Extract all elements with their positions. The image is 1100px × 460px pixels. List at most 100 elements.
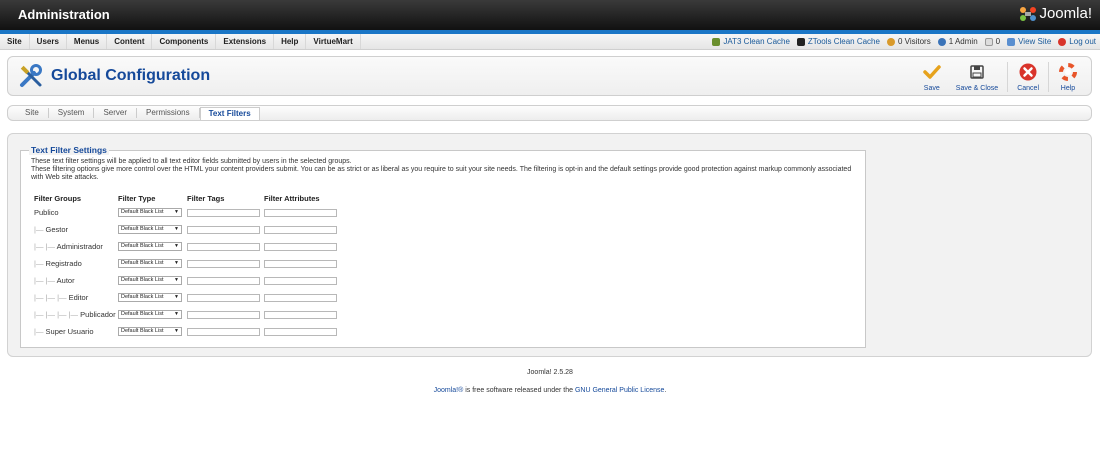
dropdown-arrow-icon: ▼	[174, 209, 179, 215]
group-name: |— Gestor	[34, 225, 118, 234]
filter-attributes-input[interactable]	[264, 208, 337, 217]
tab-site[interactable]: Site	[16, 108, 49, 118]
jat3-label: JAT3 Clean Cache	[723, 37, 790, 46]
dropdown-arrow-icon: ▼	[174, 243, 179, 249]
messages-status[interactable]: 0	[984, 37, 1000, 46]
group-name: |— |— Autor	[34, 276, 118, 285]
menu-content[interactable]: Content	[107, 34, 153, 49]
lifebuoy-icon	[1058, 62, 1078, 82]
tab-server[interactable]: Server	[94, 108, 138, 118]
filter-tags-input[interactable]	[187, 293, 260, 302]
filter-type-select[interactable]: Default Black List ▼	[118, 242, 182, 251]
filter-tags-input[interactable]	[187, 259, 260, 268]
gpl-link[interactable]: GNU General Public License	[575, 387, 665, 394]
cancel-button[interactable]: Cancel	[1010, 62, 1046, 92]
filter-tags-input[interactable]	[187, 327, 260, 336]
menu-virtuemart[interactable]: VirtueMart	[306, 34, 361, 49]
filter-attributes-input[interactable]	[264, 276, 337, 285]
group-name: Publico	[34, 208, 118, 217]
logout-link[interactable]: Log out	[1058, 37, 1096, 46]
tree-prefix: |— |— |— |—	[34, 310, 79, 319]
filter-type-select[interactable]: Default Black List ▼	[118, 276, 182, 285]
filter-type-select[interactable]: Default Black List ▼	[118, 208, 182, 217]
filter-attributes-input[interactable]	[264, 293, 337, 302]
view-site-label: View Site	[1018, 37, 1052, 46]
table-row: |— |— |— Editor Default Black List ▼	[34, 289, 338, 306]
group-label: Autor	[56, 276, 75, 285]
logout-label: Log out	[1069, 37, 1096, 46]
status-bar: JAT3 Clean Cache ZTools Clean Cache 0 Vi…	[712, 37, 1096, 46]
filter-description: These text filter settings will be appli…	[31, 158, 861, 182]
header-filter-attributes: Filter Attributes	[264, 193, 320, 203]
save-button[interactable]: Save	[915, 62, 949, 92]
menu-help[interactable]: Help	[274, 34, 307, 49]
filter-type-select[interactable]: Default Black List ▼	[118, 259, 182, 268]
filter-tags-input[interactable]	[187, 276, 260, 285]
table-row: |— Gestor Default Black List ▼	[34, 221, 338, 238]
config-tabs: Site System Server Permissions Text Filt…	[7, 105, 1092, 121]
help-button[interactable]: Help	[1051, 62, 1085, 92]
toolbar-actions: Save Save & Close Cancel Help	[915, 62, 1085, 92]
menu-components[interactable]: Components	[152, 34, 217, 49]
cancel-label: Cancel	[1017, 85, 1039, 92]
joomla-logo-icon	[1020, 6, 1037, 21]
visitors-icon	[886, 37, 895, 46]
filter-tags-input[interactable]	[187, 310, 260, 319]
dropdown-arrow-icon: ▼	[174, 260, 179, 266]
dropdown-arrow-icon: ▼	[174, 226, 179, 232]
brand-text: Joomla!	[1039, 5, 1092, 22]
filter-type-select[interactable]: Default Black List ▼	[118, 310, 182, 319]
filter-attributes-input[interactable]	[264, 310, 337, 319]
header-filter-type: Filter Type	[118, 193, 156, 203]
tree-prefix: |—	[34, 327, 44, 336]
mail-icon	[984, 37, 993, 46]
filter-type-value: Default Black List	[121, 260, 164, 266]
menu-extensions[interactable]: Extensions	[216, 34, 275, 49]
filter-tags-input[interactable]	[187, 208, 260, 217]
ztools-icon	[796, 37, 805, 46]
filter-type-select[interactable]: Default Black List ▼	[118, 225, 182, 234]
menu-menus[interactable]: Menus	[67, 34, 108, 49]
filter-attributes-input[interactable]	[264, 327, 337, 336]
filter-attributes-input[interactable]	[264, 242, 337, 251]
table-row: |— |— Administrador Default Black List ▼	[34, 238, 338, 255]
cancel-icon	[1018, 62, 1038, 82]
table-row: |— |— |— |— Publicador Default Black Lis…	[34, 306, 338, 323]
footer-license: Joomla!® is free software released under…	[0, 387, 1100, 394]
footer-version: Joomla! 2.5.28	[527, 369, 573, 376]
filter-tags-input[interactable]	[187, 242, 260, 251]
filter-type-value: Default Black List	[121, 226, 164, 232]
toolbar-panel: Global Configuration Save Save & Close C…	[7, 56, 1092, 96]
tab-system[interactable]: System	[49, 108, 95, 118]
tree-prefix: |— |—	[34, 276, 55, 285]
menu-site[interactable]: Site	[0, 34, 30, 49]
filter-type-value: Default Black List	[121, 311, 164, 317]
header-filter-tags: Filter Tags	[187, 193, 225, 203]
joomla-link[interactable]: Joomla!®	[434, 387, 464, 394]
fieldset-legend: Text Filter Settings	[29, 145, 109, 155]
dropdown-arrow-icon: ▼	[174, 294, 179, 300]
view-site-link[interactable]: View Site	[1007, 37, 1051, 46]
filter-type-select[interactable]: Default Black List ▼	[118, 327, 182, 336]
tree-prefix: |—	[34, 225, 44, 234]
filter-type-select[interactable]: Default Black List ▼	[118, 293, 182, 302]
toolbar-divider	[1007, 62, 1009, 92]
checkmark-icon	[922, 62, 942, 82]
power-icon	[1058, 37, 1067, 46]
ztools-clean-cache-link[interactable]: ZTools Clean Cache	[796, 37, 880, 46]
joomla-logo[interactable]: Joomla!	[1019, 5, 1092, 22]
content-panel: Text Filter Settings These text filter s…	[7, 133, 1092, 357]
filter-attributes-input[interactable]	[264, 259, 337, 268]
tab-text-filters[interactable]: Text Filters	[199, 106, 260, 120]
filter-attributes-input[interactable]	[264, 225, 337, 234]
filter-tags-input[interactable]	[187, 225, 260, 234]
menu-users[interactable]: Users	[30, 34, 67, 49]
broom-icon	[712, 37, 721, 46]
save-close-button[interactable]: Save & Close	[949, 62, 1005, 92]
group-label: Publico	[34, 208, 59, 217]
tab-permissions[interactable]: Permissions	[137, 108, 200, 118]
table-row: |— |— Autor Default Black List ▼	[34, 272, 338, 289]
table-row: |— Registrado Default Black List ▼	[34, 255, 338, 272]
admin-user-icon	[937, 37, 946, 46]
jat3-clean-cache-link[interactable]: JAT3 Clean Cache	[712, 37, 790, 46]
